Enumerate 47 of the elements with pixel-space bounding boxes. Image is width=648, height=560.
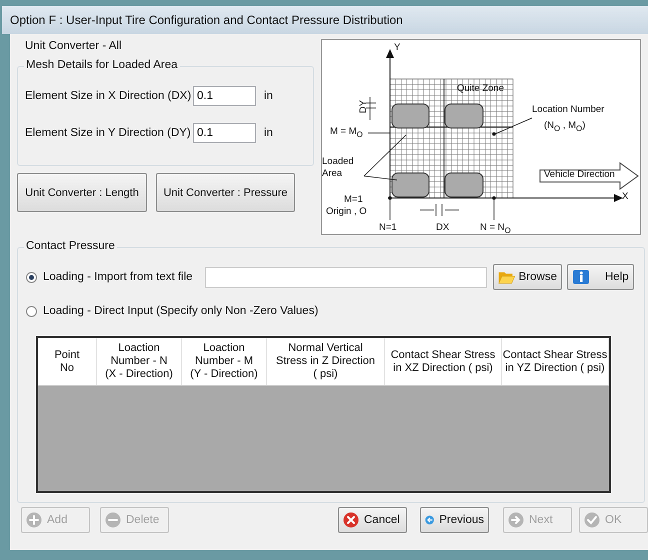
diagram-label: Y: [394, 42, 400, 53]
column-header: Loaction Number - M (Y - Direction): [182, 338, 267, 385]
converter-button[interactable]: Unit Converter : Pressure: [156, 173, 295, 212]
diagram-label: Loaded: [322, 156, 354, 167]
unit-converter-label: Unit Converter - All: [24, 39, 123, 54]
check-icon: [584, 512, 600, 528]
column-header: Contact Shear Stress in YZ Direction ( psi): [502, 338, 609, 385]
column-header: Loaction Number - N (X - Direction): [97, 338, 182, 385]
radio-label: Loading - Import from text file: [43, 271, 194, 283]
diagram-label: X: [622, 191, 628, 202]
unit-label: in: [264, 126, 273, 138]
diagram-label: N=1: [379, 222, 397, 233]
radio-button[interactable]: [26, 306, 37, 316]
cancel-icon: [343, 512, 359, 528]
diagram-label: N = N$_{O}$: [480, 222, 511, 236]
diagram-label: Vehicle Direction: [544, 169, 615, 180]
diagram-label: Area: [322, 168, 342, 179]
footer-button[interactable]: Previous: [420, 507, 489, 533]
radio-label: Loading - Direct Input (Specify only Non -Zero Values): [43, 305, 318, 317]
input-field[interactable]: 0.1: [193, 122, 256, 142]
column-header: Normal Vertical Stress in Z Direction ( psi): [267, 338, 385, 385]
diagram-label: Origin , O: [326, 206, 367, 217]
field-label: Element Size in X Direction (DX): [25, 90, 192, 102]
diagram-label: DX: [436, 222, 450, 233]
minus-icon: [105, 512, 121, 528]
file-path-field[interactable]: [205, 266, 487, 288]
diagram-label: M = M$_{O}$: [330, 126, 363, 140]
field-label: Element Size in Y Direction (DY): [25, 126, 192, 138]
converter-button[interactable]: Unit Converter : Length: [17, 173, 147, 212]
column-header: Contact Shear Stress in XZ Direction ( psi): [385, 338, 502, 385]
input-field[interactable]: 0.1: [193, 86, 256, 106]
info-icon: [572, 268, 592, 286]
diagram-label: Quite Zone: [457, 83, 504, 94]
footer-button[interactable]: Cancel: [338, 507, 407, 533]
radio-button[interactable]: [26, 272, 37, 282]
unit-label: in: [264, 90, 273, 102]
help-button[interactable]: Help: [567, 264, 634, 290]
diagram-label: M=1: [344, 194, 363, 205]
window-title: Option F : User-Input Tire Configuration and Contact Pressure Distribution: [10, 13, 403, 27]
browse-button[interactable]: Browse: [493, 264, 562, 290]
group-title: Contact Pressure: [24, 240, 117, 252]
diagram-label: DY: [358, 100, 369, 114]
column-header: Point No: [38, 338, 97, 385]
diagram-label: (N$_{O}$ , M$_{O}$): [544, 120, 586, 134]
diagram-label: Location Number: [532, 104, 604, 115]
group-title: Mesh Details for Loaded Area: [24, 59, 180, 71]
plus-icon: [26, 512, 42, 528]
